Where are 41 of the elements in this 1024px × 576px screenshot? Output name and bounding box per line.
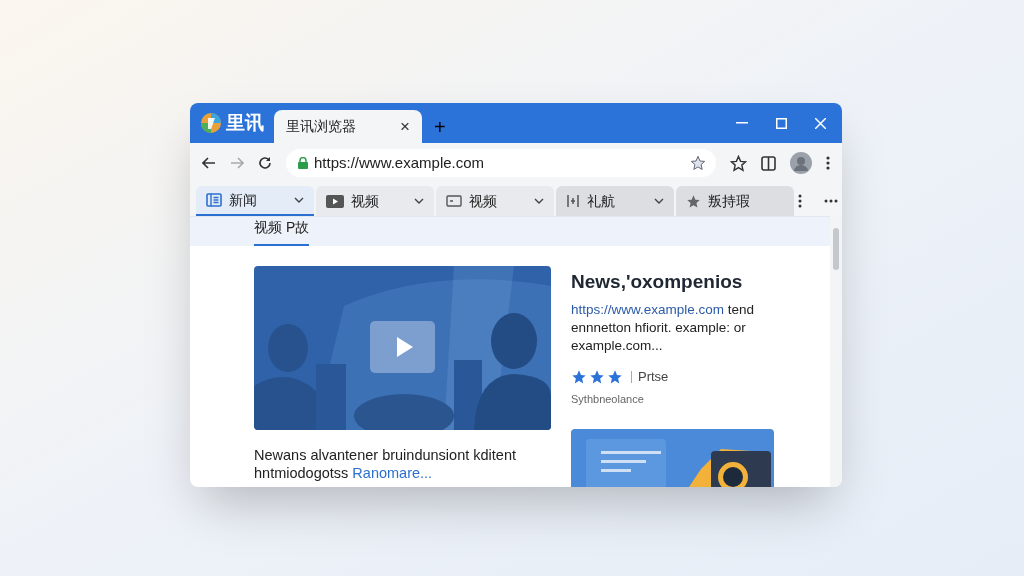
bookmark-tab[interactable]: 视频 bbox=[436, 186, 554, 216]
avatar-icon[interactable] bbox=[790, 152, 812, 174]
bookmark-tab[interactable]: 视频 bbox=[316, 186, 434, 216]
source-text: Sythbneolance bbox=[571, 391, 645, 407]
tab-title: 里讯浏览器 bbox=[286, 117, 356, 136]
star-icon bbox=[686, 193, 701, 209]
rating-label: Prtse bbox=[631, 370, 669, 383]
back-icon[interactable] bbox=[202, 157, 216, 169]
more-horizontal-icon[interactable] bbox=[824, 199, 838, 203]
bookmark-tab[interactable]: 叛持瑕 bbox=[676, 186, 794, 216]
star-icon bbox=[571, 368, 587, 385]
logo-icon bbox=[200, 112, 222, 134]
maximize-icon[interactable] bbox=[776, 117, 787, 129]
new-tab-button[interactable]: + bbox=[422, 110, 458, 143]
section-tab[interactable]: 视频 P故 bbox=[254, 217, 310, 246]
more-vertical-icon[interactable] bbox=[798, 194, 802, 208]
list-icon bbox=[206, 193, 222, 207]
menu-icon[interactable] bbox=[826, 156, 830, 170]
reload-icon[interactable] bbox=[258, 156, 272, 170]
star-icon bbox=[607, 368, 623, 385]
result-snippet: https://www.example.com tend ennnetton hfiorit. example: or example.com... bbox=[571, 300, 756, 355]
address-bar[interactable]: https://www.example.com bbox=[286, 149, 716, 177]
url-text: https://www.example.com bbox=[314, 152, 485, 173]
caption-text: Newans alvantener bruindunsiont kditent hntmiodogotss Ranomare... bbox=[254, 446, 517, 482]
tab-close-button[interactable]: × bbox=[400, 113, 410, 140]
result-link[interactable]: https://www.example.com bbox=[571, 301, 725, 317]
bookmark-tab[interactable]: 新闻 bbox=[196, 186, 314, 216]
close-icon[interactable] bbox=[815, 117, 826, 129]
star-icon[interactable] bbox=[730, 154, 747, 172]
result-title[interactable]: News,'oxompenios bbox=[571, 268, 781, 297]
frame-icon bbox=[446, 195, 462, 207]
logo-text: 里讯 bbox=[226, 110, 264, 135]
video-icon bbox=[326, 194, 344, 208]
bars-icon bbox=[566, 194, 580, 208]
scrollbar[interactable] bbox=[830, 216, 842, 487]
bookmark-tab[interactable]: 礼航 bbox=[556, 186, 674, 216]
star-icon bbox=[589, 368, 605, 385]
read-more-link[interactable]: Ranomare... bbox=[352, 465, 433, 481]
browser-tab[interactable]: 里讯浏览器 × bbox=[274, 110, 422, 143]
bookmark-star-icon[interactable] bbox=[690, 155, 706, 171]
side-panel-icon[interactable] bbox=[761, 155, 776, 171]
